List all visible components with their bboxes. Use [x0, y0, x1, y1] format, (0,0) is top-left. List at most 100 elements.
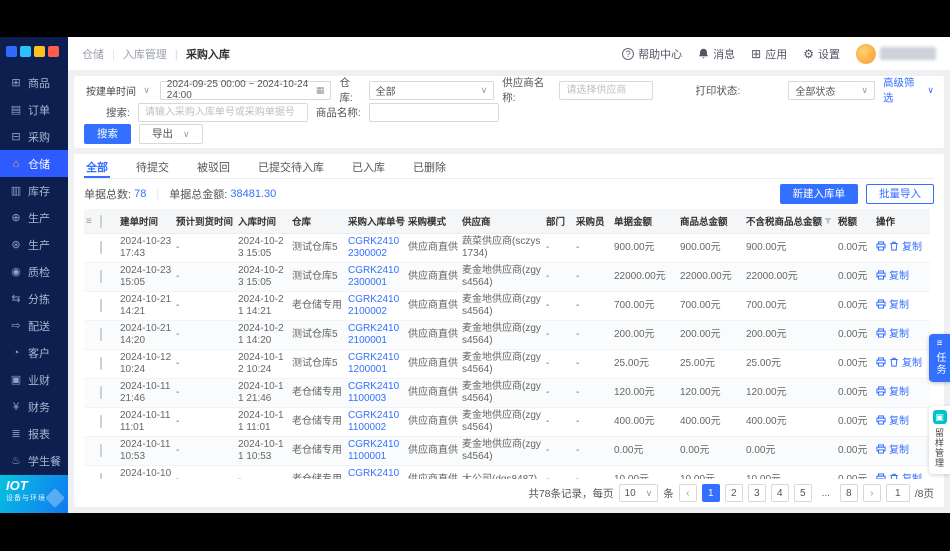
- help-center-button[interactable]: ? 帮助中心: [622, 46, 682, 62]
- page-button-3[interactable]: 3: [748, 484, 766, 502]
- cell-buyer: -: [574, 408, 612, 437]
- sidebar-item-6[interactable]: ⊛生产: [0, 231, 68, 258]
- cell-order_no[interactable]: CGRK24102100002: [346, 292, 406, 321]
- print-icon[interactable]: [876, 241, 886, 255]
- cell-order_no[interactable]: CGRK24101000005: [346, 466, 406, 480]
- apps-button[interactable]: ⊞ 应用: [751, 46, 787, 62]
- tab-5[interactable]: 已删除: [411, 154, 448, 178]
- sidebar-item-11[interactable]: ▣业财: [0, 366, 68, 393]
- print-icon[interactable]: [876, 386, 886, 400]
- row-checkbox[interactable]: [98, 379, 118, 408]
- row-checkbox[interactable]: [98, 321, 118, 350]
- sample-float-tab[interactable]: ▣ 留样管理: [929, 406, 950, 474]
- row-checkbox[interactable]: [98, 350, 118, 379]
- new-inbound-button[interactable]: 新建入库单: [780, 184, 859, 204]
- print-icon[interactable]: [876, 357, 886, 371]
- copy-link[interactable]: 复制: [889, 416, 909, 427]
- search-label: 搜索:: [106, 105, 130, 120]
- page-button-1[interactable]: 1: [702, 484, 720, 502]
- cell-amount: 25.00元: [612, 350, 678, 379]
- row-checkbox[interactable]: [98, 292, 118, 321]
- settings-button[interactable]: ⚙ 设置: [803, 46, 840, 62]
- product-name-input[interactable]: [369, 103, 499, 122]
- tab-3[interactable]: 已提交待入库: [256, 154, 326, 178]
- cell-order_no[interactable]: CGRK24101100001: [346, 437, 406, 466]
- copy-link[interactable]: 复制: [902, 358, 922, 369]
- copy-link[interactable]: 复制: [902, 242, 922, 253]
- cell-order_no[interactable]: CGRK24101200001: [346, 350, 406, 379]
- print-status-select[interactable]: 全部状态 ∨: [788, 81, 875, 100]
- row-checkbox[interactable]: [98, 408, 118, 437]
- filter-row-3: 搜索 导出 ∨: [84, 124, 934, 144]
- sidebar-item-1[interactable]: ▤订单: [0, 96, 68, 123]
- search-button[interactable]: 搜索: [84, 124, 131, 144]
- batch-import-button[interactable]: 批量导入: [866, 184, 934, 204]
- tab-2[interactable]: 被驳回: [195, 154, 232, 178]
- status-tabs: 全部待提交被驳回已提交待入库已入库已删除: [84, 154, 934, 179]
- tab-1[interactable]: 待提交: [134, 154, 171, 178]
- page-button-4[interactable]: 4: [771, 484, 789, 502]
- print-icon[interactable]: [876, 299, 886, 313]
- tab-0[interactable]: 全部: [84, 154, 110, 178]
- column-header-12: 税额: [836, 209, 874, 234]
- copy-link[interactable]: 复制: [889, 445, 909, 456]
- print-icon[interactable]: [876, 328, 886, 342]
- sidebar-item-5[interactable]: ⊕生产: [0, 204, 68, 231]
- print-icon[interactable]: [876, 270, 886, 284]
- messages-button[interactable]: 消息: [698, 46, 735, 62]
- row-checkbox[interactable]: [98, 437, 118, 466]
- row-checkbox[interactable]: [98, 263, 118, 292]
- production-icon: ⊕: [10, 211, 22, 224]
- cell-order_no[interactable]: CGRK24102100001: [346, 321, 406, 350]
- sidebar-item-3[interactable]: ⌂仓储: [0, 150, 68, 177]
- time-type-select[interactable]: 按建单时间 ∨: [84, 81, 152, 100]
- table-scroll-area[interactable]: ≡建单时间预计到货时间入库时间仓库采购入库单号采购模式供应商部门采购员单据金额商…: [84, 209, 934, 479]
- copy-link[interactable]: 复制: [889, 300, 909, 311]
- sidebar-item-8[interactable]: ⇆分拣: [0, 285, 68, 312]
- page-button-5[interactable]: 5: [794, 484, 812, 502]
- page-button-2[interactable]: 2: [725, 484, 743, 502]
- row-checkbox[interactable]: [98, 234, 118, 263]
- copy-link[interactable]: 复制: [889, 271, 909, 282]
- breadcrumb-inbound-mgmt[interactable]: 入库管理: [104, 46, 167, 62]
- next-page-button[interactable]: ›: [863, 484, 881, 502]
- sidebar-item-9[interactable]: ⇨配送: [0, 312, 68, 339]
- copy-link[interactable]: 复制: [889, 329, 909, 340]
- page-size-select[interactable]: 10 ∨: [619, 484, 659, 502]
- sidebar-item-10[interactable]: ◔客户: [0, 339, 68, 366]
- sidebar-item-4[interactable]: ▥库存: [0, 177, 68, 204]
- sidebar-item-12[interactable]: ¥财务: [0, 393, 68, 420]
- task-float-tab[interactable]: ≡ 任务: [929, 334, 950, 382]
- goto-page-input[interactable]: [886, 484, 910, 502]
- sidebar-item-14[interactable]: ♨学生餐: [0, 447, 68, 474]
- delete-icon[interactable]: [889, 357, 899, 371]
- delete-icon[interactable]: [889, 241, 899, 255]
- select-all-checkbox[interactable]: [98, 209, 118, 234]
- row-checkbox[interactable]: [98, 466, 118, 480]
- cell-order_no[interactable]: CGRK24101100003: [346, 379, 406, 408]
- cell-order_no[interactable]: CGRK24102300001: [346, 263, 406, 292]
- sidebar-item-13[interactable]: ≣报表: [0, 420, 68, 447]
- sidebar-item-2[interactable]: ⊟采购: [0, 123, 68, 150]
- sidebar-item-7[interactable]: ◉质检: [0, 258, 68, 285]
- export-button[interactable]: 导出 ∨: [139, 124, 203, 144]
- search-input[interactable]: [138, 103, 308, 122]
- prev-page-button[interactable]: ‹: [679, 484, 697, 502]
- advanced-filter-toggle[interactable]: 高级筛选 ∨: [883, 75, 934, 105]
- cell-dept: -: [544, 263, 574, 292]
- sidebar-item-0[interactable]: ⊞商品: [0, 69, 68, 96]
- print-icon[interactable]: [876, 415, 886, 429]
- column-settings[interactable]: ≡: [84, 209, 98, 234]
- print-icon[interactable]: [876, 444, 886, 458]
- breadcrumb-warehouse[interactable]: 仓储: [82, 46, 104, 62]
- warehouse-select[interactable]: 全部 ∨: [369, 81, 495, 100]
- cell-order_no[interactable]: CGRK24101100002: [346, 408, 406, 437]
- filter-icon[interactable]: [824, 217, 832, 228]
- supplier-input[interactable]: [559, 81, 653, 100]
- user-account[interactable]: [856, 44, 936, 64]
- cell-order_no[interactable]: CGRK24102300002: [346, 234, 406, 263]
- page-button-8[interactable]: 8: [840, 484, 858, 502]
- tab-4[interactable]: 已入库: [350, 154, 387, 178]
- copy-link[interactable]: 复制: [889, 387, 909, 398]
- date-range-picker[interactable]: 2024-09-25 00:00 ~ 2024-10-24 24:00 ▦: [160, 81, 332, 100]
